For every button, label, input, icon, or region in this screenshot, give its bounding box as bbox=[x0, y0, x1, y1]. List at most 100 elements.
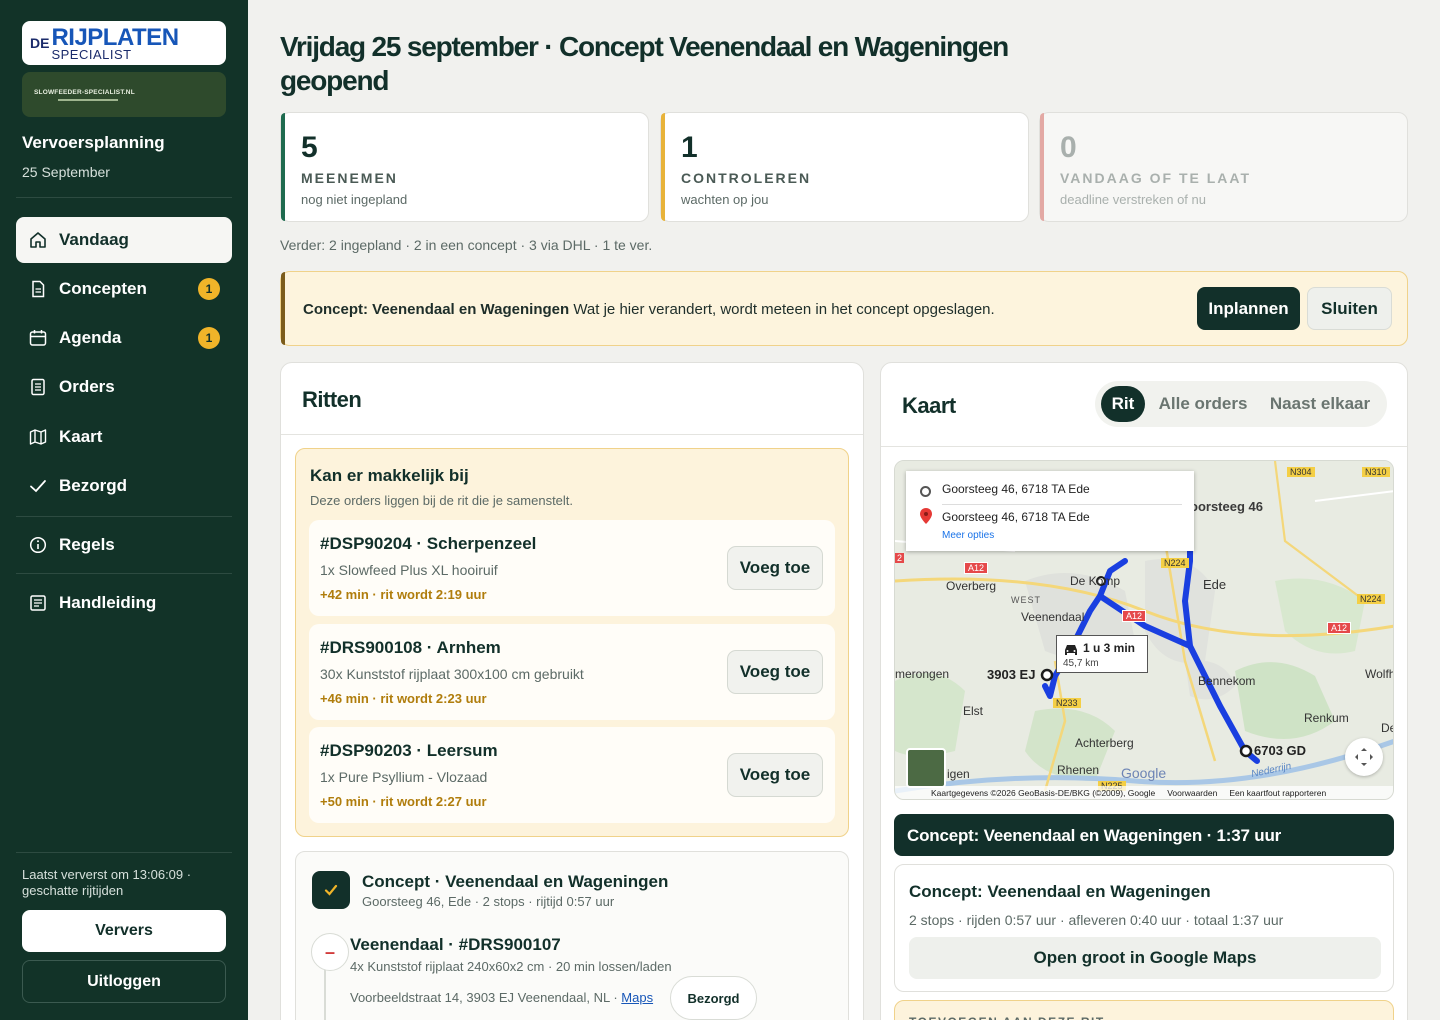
route-info-title: Concept: Veenendaal en Wageningen bbox=[909, 882, 1211, 901]
stop-postcode-label: 3903 EJ bbox=[987, 667, 1036, 682]
nav-label: Agenda bbox=[59, 328, 122, 347]
order-extra-time: +46 min · rit wordt 2:23 uur bbox=[320, 691, 487, 706]
route-summary-bar: Concept: Veenendaal en Wageningen · 1:37… bbox=[894, 814, 1394, 856]
banner-concept-name: Concept: Veenendaal en Wageningen bbox=[303, 301, 570, 318]
popup-divider bbox=[942, 504, 1182, 505]
nav-item-agenda[interactable]: Agenda 1 bbox=[16, 315, 232, 361]
logout-button[interactable]: Uitloggen bbox=[22, 960, 226, 1003]
sidebar-divider bbox=[16, 852, 232, 853]
suggested-order: #DSP90204 · Scherpenzeel 1x Slowfeed Plu… bbox=[309, 520, 835, 616]
maps-link[interactable]: Maps bbox=[621, 990, 653, 1005]
stat-label: VANDAAG OF TE LAAT bbox=[1060, 170, 1252, 186]
tab-naast-elkaar[interactable]: Naast elkaar bbox=[1261, 386, 1379, 422]
satellite-toggle[interactable] bbox=[906, 748, 946, 788]
add-order-button[interactable]: Voeg toe bbox=[727, 753, 823, 797]
logo-de: DE bbox=[30, 35, 50, 51]
route-duration: 1 u 3 min bbox=[1083, 641, 1136, 655]
stat-card-meenemen[interactable]: 5 MEENEMEN nog niet ingepland bbox=[280, 112, 649, 222]
place-label: Elst bbox=[963, 704, 984, 718]
nav-item-concepten[interactable]: Concepten 1 bbox=[16, 266, 232, 312]
inplannen-button[interactable]: Inplannen bbox=[1197, 287, 1300, 330]
info-icon bbox=[29, 536, 47, 554]
route-duration-callout: 1 u 3 min 45,7 km bbox=[1056, 635, 1148, 673]
map-marker-label: 2 bbox=[895, 553, 905, 563]
concept-checkbox[interactable] bbox=[312, 871, 350, 909]
nav-label: Bezorgd bbox=[59, 476, 127, 495]
nav-label: Regels bbox=[59, 535, 115, 554]
origin-address: Goorsteeg 46, 6718 TA Ede bbox=[942, 482, 1090, 496]
attribution-text: Kaartgegevens ©2026 GeoBasis-DE/BKG (©20… bbox=[931, 787, 1156, 798]
banner-text: Concept: Veenendaal en Wageningen Wat je… bbox=[303, 301, 995, 318]
sidebar-divider bbox=[16, 516, 232, 517]
logo-rijplaten: RIJPLATEN bbox=[51, 23, 179, 51]
stat-number: 1 bbox=[681, 131, 698, 164]
directions-popup[interactable]: Goorsteeg 46, 6718 TA Ede Goorsteeg 46, … bbox=[906, 471, 1194, 551]
ritten-panel: Ritten Kan er makkelijk bij Deze orders … bbox=[280, 362, 864, 1020]
add-order-button[interactable]: Voeg toe bbox=[727, 650, 823, 694]
tab-alle-orders[interactable]: Alle orders bbox=[1151, 386, 1255, 422]
stat-card-controleren[interactable]: 1 CONTROLEREN wachten op jou bbox=[660, 112, 1029, 222]
refresh-button[interactable]: Ververs bbox=[22, 910, 226, 952]
banner-message: Wat je hier verandert, wordt meteen in h… bbox=[569, 301, 995, 318]
nav-item-handleiding[interactable]: Handleiding bbox=[16, 580, 232, 626]
place-label: Renkum bbox=[1304, 711, 1349, 725]
place-label: Rhenen bbox=[1057, 763, 1100, 777]
nav-item-orders[interactable]: Orders bbox=[16, 364, 232, 410]
order-id: #DSP90203 · Leersum bbox=[320, 741, 498, 760]
google-logo: Google bbox=[1121, 765, 1167, 781]
nav-label: Kaart bbox=[59, 427, 103, 446]
nav-item-bezorgd[interactable]: Bezorgd bbox=[16, 463, 232, 509]
more-options-link[interactable]: Meer opties bbox=[942, 530, 994, 541]
stat-label: MEENEMEN bbox=[301, 170, 398, 186]
nav-item-vandaag[interactable]: Vandaag bbox=[16, 217, 232, 263]
place-label: Overberg bbox=[946, 579, 997, 593]
place-label: Wolfh bbox=[1365, 667, 1394, 681]
nav-label: Orders bbox=[59, 377, 115, 396]
fullscreen-button[interactable] bbox=[1345, 738, 1383, 776]
agenda-count-badge: 1 bbox=[198, 327, 220, 349]
place-label: Ede bbox=[1203, 577, 1227, 592]
concept-subtitle: Goorsteeg 46, Ede · 2 stops · rijtijd 0:… bbox=[362, 894, 615, 909]
road-badge-n224: N224 bbox=[1161, 558, 1189, 568]
open-google-maps-button[interactable]: Open groot in Google Maps bbox=[909, 937, 1381, 979]
suggestions-box: Kan er makkelijk bij Deze orders liggen … bbox=[295, 448, 849, 837]
place-label: oorsteeg 46 bbox=[1190, 499, 1263, 514]
add-order-button[interactable]: Voeg toe bbox=[727, 546, 823, 590]
bezorgd-button[interactable]: Bezorgd bbox=[670, 976, 757, 1020]
rijplaten-logo[interactable]: DE RIJPLATEN SPECIALIST bbox=[22, 21, 226, 65]
stat-card-te-laat[interactable]: 0 VANDAAG OF TE LAAT deadline verstreken… bbox=[1039, 112, 1408, 222]
ritten-title: Ritten bbox=[302, 387, 362, 412]
slowfeeder-logo[interactable]: SLOWFEEDER-SPECIALIST.NL bbox=[22, 72, 226, 117]
logo2-underline bbox=[58, 98, 118, 101]
sluiten-button[interactable]: Sluiten bbox=[1307, 287, 1392, 330]
tab-rit[interactable]: Rit bbox=[1101, 386, 1145, 422]
kaart-title: Kaart bbox=[902, 393, 956, 418]
place-label: Bennekom bbox=[1198, 674, 1256, 688]
destination-address: Goorsteeg 46, 6718 TA Ede bbox=[942, 510, 1090, 524]
place-label: igen bbox=[947, 767, 970, 781]
stat-accent-bar bbox=[281, 113, 285, 221]
remove-stop-icon[interactable]: – bbox=[311, 933, 349, 971]
stat-accent-bar bbox=[661, 113, 665, 221]
stop-desc: 4x Kunststof rijplaat 240x60x2 cm · 20 m… bbox=[350, 959, 672, 974]
banner-accent-bar bbox=[281, 272, 285, 345]
place-label: Veenendaal bbox=[1021, 610, 1085, 624]
sidebar-title: Vervoersplanning bbox=[22, 133, 165, 152]
nav-item-regels[interactable]: Regels bbox=[16, 522, 232, 568]
order-desc: 1x Slowfeed Plus XL hooiruif bbox=[320, 562, 498, 578]
order-id: #DRS900108 · Arnhem bbox=[320, 638, 501, 657]
order-desc: 1x Pure Psyllium - Vlozaad bbox=[320, 769, 488, 785]
route-map[interactable]: A12 A12 A12 N224 N224 N233 N304 N310 N22… bbox=[894, 460, 1394, 800]
nav-item-kaart[interactable]: Kaart bbox=[16, 414, 232, 460]
terms-link[interactable]: Voorwaarden bbox=[1167, 788, 1217, 798]
calendar-icon bbox=[29, 329, 47, 347]
report-map-error-link[interactable]: Een kaartfout rapporteren bbox=[1229, 788, 1326, 798]
suggestions-title: Kan er makkelijk bij bbox=[310, 466, 469, 485]
car-icon bbox=[1065, 645, 1077, 655]
road-badge-n304: N304 bbox=[1287, 467, 1315, 477]
stat-number: 0 bbox=[1060, 131, 1077, 164]
sidebar-date: 25 September bbox=[22, 164, 110, 180]
nav-label: Vandaag bbox=[59, 230, 129, 249]
place-label: De Komp bbox=[1070, 574, 1121, 588]
road-badge-a12: A12 bbox=[1122, 610, 1147, 622]
